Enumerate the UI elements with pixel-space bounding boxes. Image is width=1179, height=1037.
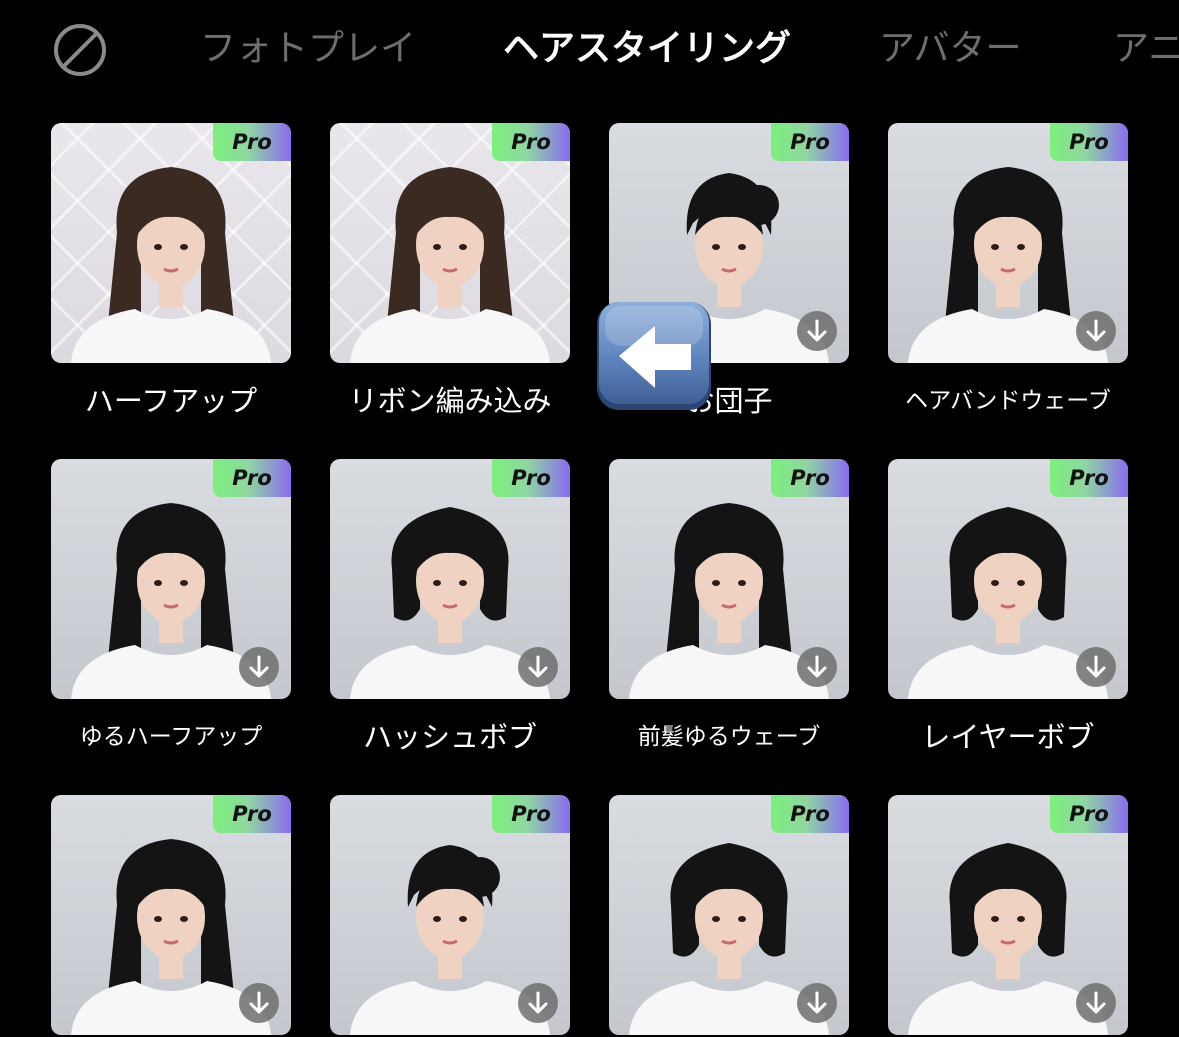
pro-badge: Pro (1050, 795, 1128, 833)
pro-badge: Pro (492, 795, 570, 833)
hairstyle-thumbnail[interactable]: Pro (609, 459, 849, 699)
download-arrow-icon[interactable] (797, 311, 837, 351)
hairstyle-thumbnail[interactable]: Pro (51, 795, 291, 1035)
tab-avatar[interactable]: アバター (879, 24, 1022, 74)
hairstyle-thumbnail[interactable]: Pro (330, 123, 570, 363)
tab-photoplay[interactable]: フォトプレイ (200, 24, 416, 74)
hairstyle-card[interactable]: Pro レイヤーボブ (888, 459, 1128, 755)
hairstyle-card[interactable]: Pro リボン編み込み (330, 123, 570, 419)
hairstyle-thumbnail[interactable]: Pro (888, 795, 1128, 1035)
hairstyle-thumbnail[interactable]: Pro (888, 459, 1128, 699)
download-arrow-icon[interactable] (797, 983, 837, 1023)
hairstyle-label: ゆるハーフアップ (79, 724, 263, 750)
download-arrow-icon[interactable] (1076, 983, 1116, 1023)
hairstyle-thumbnail[interactable]: Pro (51, 123, 291, 363)
download-arrow-icon[interactable] (1076, 647, 1116, 687)
pro-badge: Pro (213, 459, 291, 497)
hairstyle-card[interactable]: Pro (330, 795, 570, 1037)
pro-badge: Pro (771, 795, 849, 833)
hairstyle-card[interactable]: Pro (609, 795, 849, 1037)
hairstyle-thumbnail[interactable]: Pro (51, 459, 291, 699)
hairstyle-card[interactable]: Pro (888, 795, 1128, 1037)
hairstyle-thumbnail[interactable]: Pro (330, 459, 570, 699)
hairstyle-card[interactable]: Pro ゆるハーフアップ (51, 459, 291, 755)
hairstyle-card[interactable]: Pro ハッシュボブ (330, 459, 570, 755)
download-arrow-icon[interactable] (239, 983, 279, 1023)
hairstyle-label: レイヤーボブ (921, 720, 1095, 754)
category-tab-bar: フォトプレイ ヘアスタイリング アバター アニ (0, 0, 1179, 100)
pro-badge: Pro (771, 459, 849, 497)
download-arrow-icon[interactable] (797, 647, 837, 687)
hairstyle-card[interactable]: Pro ヘアバンドウェーブ (888, 123, 1128, 419)
hairstyle-label: リボン編み込み (348, 384, 552, 418)
pro-badge: Pro (492, 123, 570, 161)
pro-badge: Pro (213, 795, 291, 833)
tab-hair-styling[interactable]: ヘアスタイリング (503, 24, 791, 74)
hairstyle-thumbnail[interactable]: Pro (330, 795, 570, 1035)
download-arrow-icon[interactable] (1076, 311, 1116, 351)
pro-badge: Pro (1050, 123, 1128, 161)
left-arrow-emoji-icon[interactable] (591, 298, 717, 416)
tab-anime[interactable]: アニ (1113, 24, 1179, 74)
hairstyle-label: ハッシュボブ (362, 720, 537, 754)
pro-badge: Pro (213, 123, 291, 161)
hairstyle-thumbnail[interactable]: Pro (609, 795, 849, 1035)
pro-badge: Pro (492, 459, 570, 497)
download-arrow-icon[interactable] (518, 647, 558, 687)
hairstyle-card[interactable]: Pro 前髪ゆるウェーブ (609, 459, 849, 755)
hairstyle-card[interactable]: Pro (51, 795, 291, 1037)
hairstyle-label: ハーフアップ (84, 384, 258, 418)
hairstyle-label: 前髪ゆるウェーブ (637, 724, 821, 750)
hairstyle-screen: フォトプレイ ヘアスタイリング アバター アニ Pro ハーフアップ Pro リボン… (0, 0, 1179, 1037)
pro-badge: Pro (771, 123, 849, 161)
hairstyle-thumbnail[interactable]: Pro (888, 123, 1128, 363)
download-arrow-icon[interactable] (239, 647, 279, 687)
pro-badge: Pro (1050, 459, 1128, 497)
hairstyle-label: ヘアバンドウェーブ (905, 388, 1111, 414)
prohibited-circle-icon[interactable] (52, 22, 108, 78)
hairstyle-card[interactable]: Pro ハーフアップ (51, 123, 291, 419)
download-arrow-icon[interactable] (518, 983, 558, 1023)
